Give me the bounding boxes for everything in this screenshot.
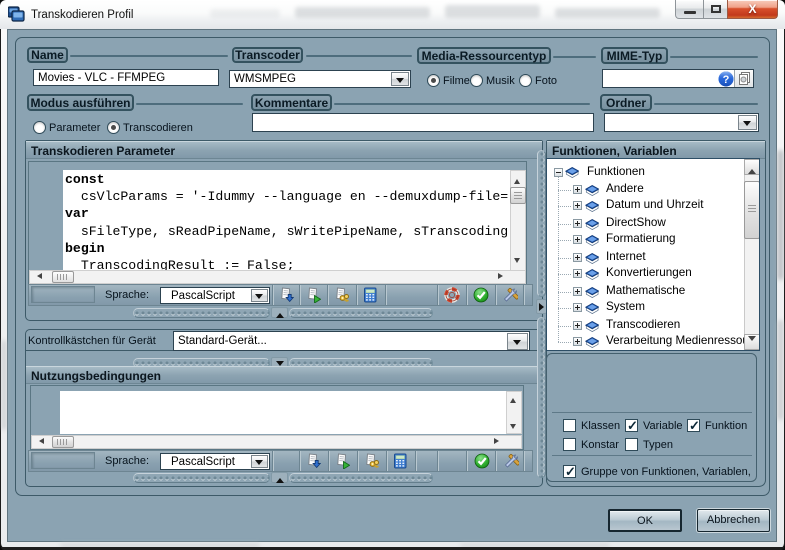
svg-text:?: ? [723,74,730,86]
